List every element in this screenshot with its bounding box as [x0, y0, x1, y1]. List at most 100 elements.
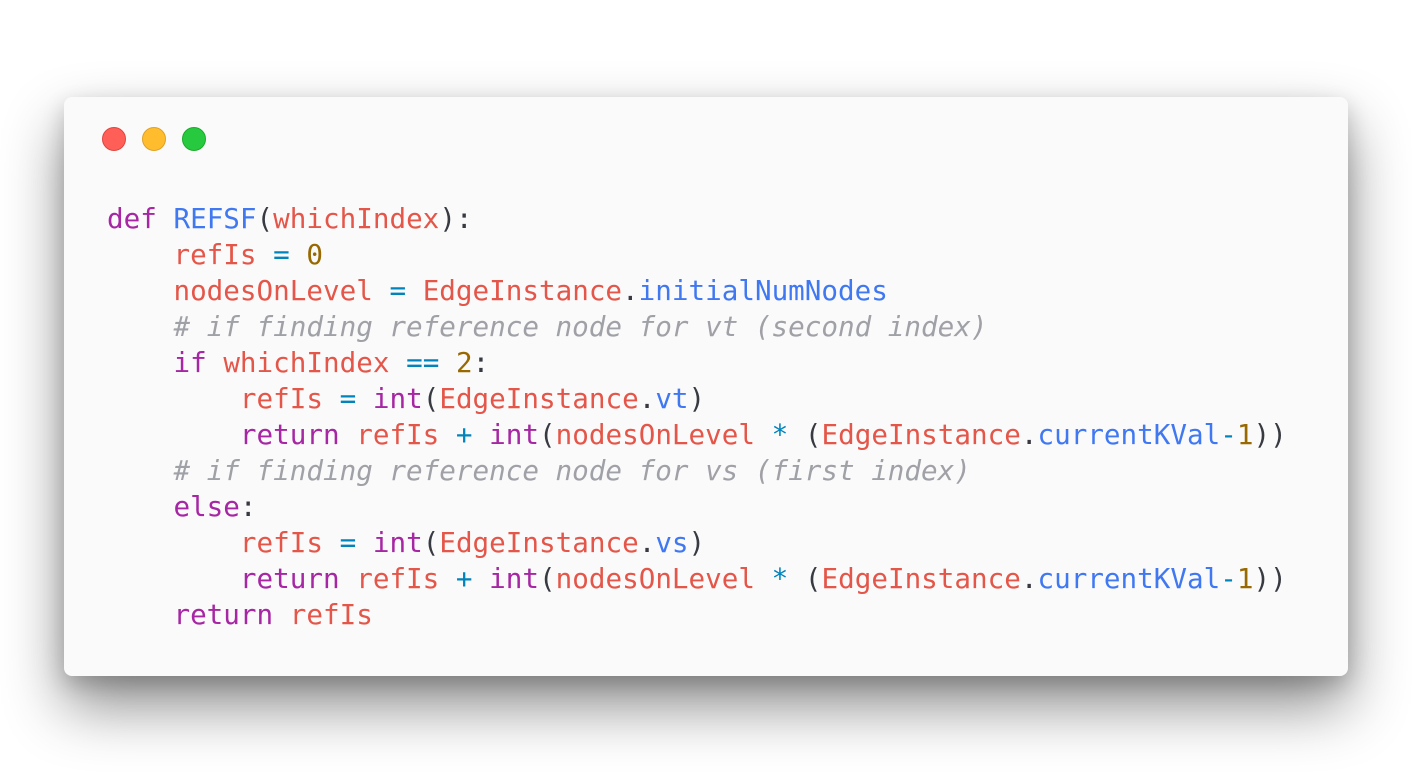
code-token-var: EdgeInstance — [821, 418, 1021, 451]
code-token-keyword: if — [173, 346, 207, 379]
code-token-var: refIs — [173, 238, 257, 271]
code-token-punc: )) — [1253, 562, 1287, 595]
code-token-op: == — [406, 346, 440, 379]
code-line: nodesOnLevel = EdgeInstance.initialNumNo… — [107, 273, 1287, 309]
code-token-num: 1 — [1236, 418, 1254, 451]
code-token-var: refIs — [289, 598, 373, 631]
code-token-var: EdgeInstance — [422, 274, 623, 307]
code-token-num: 2 — [455, 346, 473, 379]
code-token-punc: ( — [804, 418, 822, 451]
code-line: return refIs — [107, 597, 1287, 633]
code-token-punc: ) — [688, 382, 706, 415]
code-token-attr: currentKVal — [1037, 418, 1221, 451]
code-line: else: — [107, 489, 1287, 525]
code-line: return refIs + int(nodesOnLevel * (EdgeI… — [107, 417, 1287, 453]
maximize-button-icon[interactable] — [182, 127, 206, 151]
code-token-var: EdgeInstance — [439, 382, 639, 415]
code-token-attr: vt — [655, 382, 689, 415]
code-token-op: + — [455, 562, 473, 595]
code-token-punc: )) — [1253, 418, 1287, 451]
code-token-punc: . — [1020, 562, 1038, 595]
code-line: # if finding reference node for vs (firs… — [107, 453, 1287, 489]
code-token-builtin: int — [489, 562, 540, 595]
code-token-var: refIs — [239, 382, 323, 415]
code-token-param: whichIndex — [273, 202, 440, 235]
code-line: refIs = int(EdgeInstance.vs) — [107, 525, 1287, 561]
code-token-builtin: int — [489, 418, 540, 451]
code-window: def REFSF(whichIndex): refIs = 0 nodesOn… — [64, 97, 1348, 676]
code-token-var: whichIndex — [223, 346, 390, 379]
code-token-punc: ( — [256, 202, 274, 235]
code-token-punc: : — [239, 490, 257, 523]
close-button-icon[interactable] — [102, 127, 126, 151]
code-token-op: * — [771, 562, 789, 595]
code-token-punc: ( — [539, 562, 556, 595]
minimize-button-icon[interactable] — [142, 127, 166, 151]
code-token-op: = — [389, 274, 407, 307]
code-token-builtin: int — [372, 382, 423, 415]
code-token-var: refIs — [356, 418, 440, 451]
code-token-punc: . — [638, 526, 656, 559]
code-token-punc: . — [622, 274, 639, 307]
code-token-var: nodesOnLevel — [555, 562, 755, 595]
code-line: refIs = int(EdgeInstance.vt) — [107, 381, 1287, 417]
code-token-var: refIs — [356, 562, 440, 595]
code-line: # if finding reference node for vt (seco… — [107, 309, 1287, 345]
code-token-punc: ): — [439, 202, 473, 235]
code-line: def REFSF(whichIndex): — [107, 201, 1287, 237]
code-token-punc: ) — [688, 526, 706, 559]
code-line: return refIs + int(nodesOnLevel * (EdgeI… — [107, 561, 1287, 597]
window-titlebar — [102, 127, 206, 151]
code-token-punc: ( — [804, 562, 822, 595]
code-token-op: - — [1220, 562, 1237, 595]
code-token-op: + — [455, 418, 473, 451]
code-token-builtin: int — [372, 526, 423, 559]
code-token-punc: : — [472, 346, 490, 379]
code-line: if whichIndex == 2: — [107, 345, 1287, 381]
code-token-attr: currentKVal — [1037, 562, 1221, 595]
code-line: refIs = 0 — [107, 237, 1287, 273]
code-token-attr: vs — [655, 526, 689, 559]
code-block: def REFSF(whichIndex): refIs = 0 nodesOn… — [107, 201, 1287, 633]
code-token-attr: initialNumNodes — [638, 274, 888, 307]
code-token-punc: . — [1020, 418, 1038, 451]
code-token-num: 1 — [1236, 562, 1254, 595]
code-token-keyword: def — [107, 202, 157, 235]
code-token-keyword: return — [239, 418, 340, 451]
code-token-var: nodesOnLevel — [173, 274, 373, 307]
code-token-var: EdgeInstance — [439, 526, 639, 559]
code-token-var: nodesOnLevel — [555, 418, 755, 451]
code-token-var: refIs — [239, 526, 323, 559]
